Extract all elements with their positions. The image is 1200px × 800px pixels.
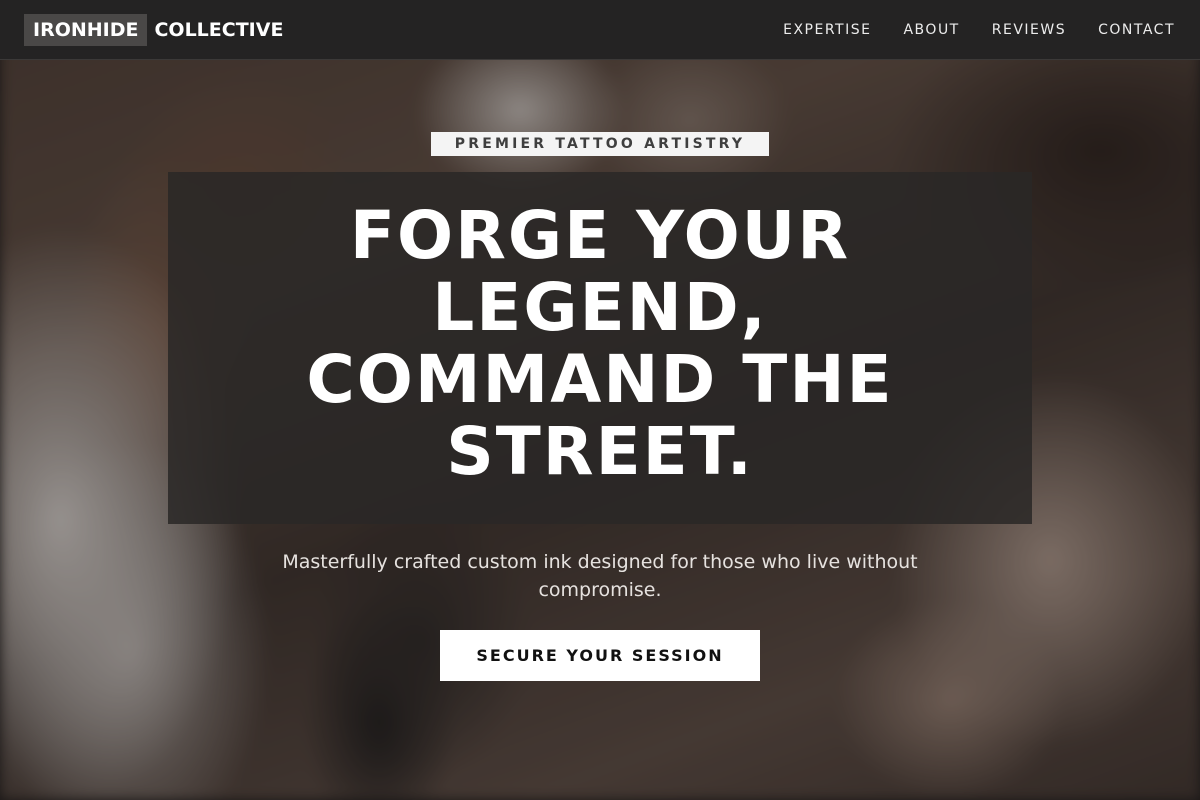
- headline-line: FORGE YOUR: [349, 197, 851, 274]
- headline-line: LEGEND,: [432, 269, 768, 346]
- nav-link-reviews[interactable]: REVIEWS: [992, 22, 1066, 38]
- headline-line: STREET.: [446, 413, 754, 490]
- landing-page: IRONHIDE COLLECTIVE EXPERTISE ABOUT REVI…: [0, 0, 1200, 800]
- headline-line: COMMAND THE: [306, 341, 894, 418]
- hero-eyebrow-label: PREMIER TATTOO ARTISTRY: [431, 132, 769, 156]
- hero-subtitle: Masterfully crafted custom ink designed …: [282, 551, 918, 601]
- hero-headline: FORGE YOUR LEGEND, COMMAND THE STREET.: [168, 200, 1032, 488]
- nav-link-expertise[interactable]: EXPERTISE: [783, 22, 871, 38]
- brand-logo-link[interactable]: IRONHIDE COLLECTIVE: [24, 14, 283, 46]
- navbar: IRONHIDE COLLECTIVE EXPERTISE ABOUT REVI…: [0, 0, 1200, 60]
- nav-link-about[interactable]: ABOUT: [903, 22, 959, 38]
- secure-session-button[interactable]: SECURE YOUR SESSION: [440, 630, 760, 681]
- brand-name-rest: COLLECTIVE: [154, 19, 284, 41]
- main-nav: EXPERTISE ABOUT REVIEWS CONTACT: [783, 0, 1175, 60]
- brand-highlight: IRONHIDE: [24, 14, 148, 46]
- nav-link-contact[interactable]: CONTACT: [1098, 22, 1175, 38]
